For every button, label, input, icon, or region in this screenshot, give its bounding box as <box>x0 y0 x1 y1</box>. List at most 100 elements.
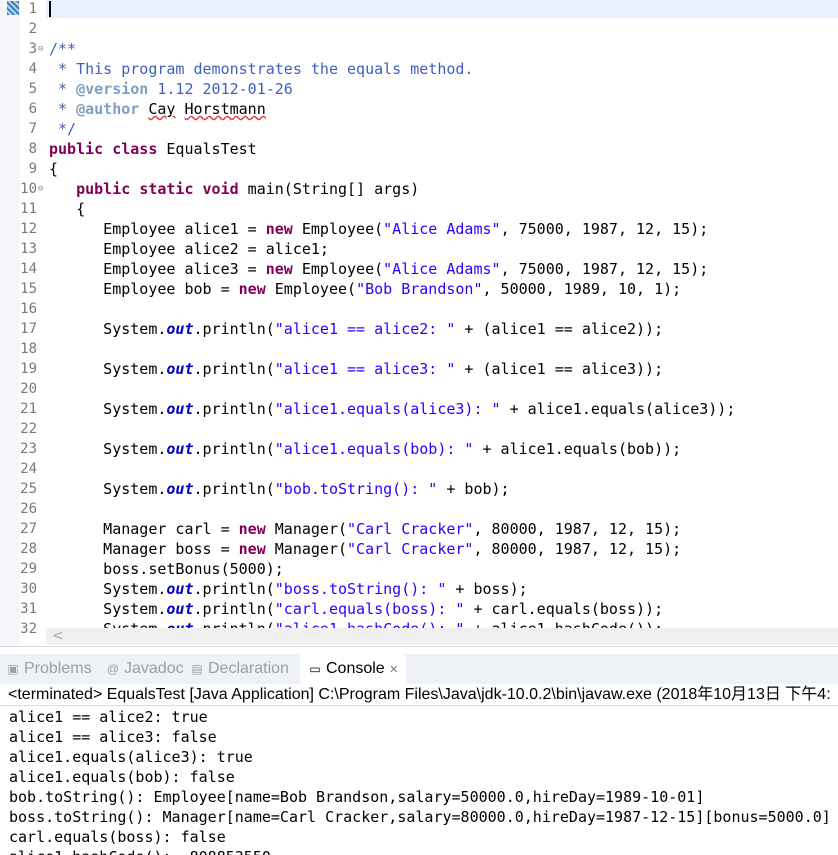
code-token: new <box>238 520 266 538</box>
code-token: + carl.equals(boss)); <box>464 600 664 618</box>
code-token: , 80000, 1987, 12, 15); <box>473 540 682 558</box>
close-icon[interactable]: ✕ <box>389 664 398 676</box>
code-token: Cay <box>148 100 176 118</box>
code-token: "alice1 == alice2: " <box>274 320 456 338</box>
code-token: Employee alice3 = <box>49 260 266 278</box>
code-token: .println( <box>193 480 275 498</box>
line-number: 1 <box>28 1 37 17</box>
current-line-highlight <box>46 0 838 18</box>
console-line: alice1 == alice2: true <box>9 708 208 726</box>
line-number: 3 <box>28 41 37 57</box>
code-line: * @version 1.12 2012-01-26 <box>49 79 293 99</box>
line-number: 17 <box>20 321 37 337</box>
code-token: , 80000, 1987, 12, 15); <box>473 520 682 538</box>
tab-console[interactable]: ▭ Console ✕ <box>300 654 407 684</box>
line-number: 2 <box>28 21 37 37</box>
code-token: @author <box>76 100 140 118</box>
line-number: 22 <box>20 421 37 437</box>
code-token: , 50000, 1989, 10, 1); <box>482 280 682 298</box>
code-line: Manager carl = new Manager("Carl Cracker… <box>49 519 681 539</box>
console-status: <terminated> EqualsTest [Java Applicatio… <box>0 684 838 706</box>
code-token: "carl.equals(boss): " <box>274 600 465 618</box>
code-token: out <box>166 320 194 338</box>
fold-toggle-icon[interactable]: ⊖ <box>38 39 43 59</box>
console-output[interactable]: alice1 == alice2: true alice1 == alice3: … <box>9 707 838 855</box>
code-token: Manager( <box>265 520 348 538</box>
tab-declaration[interactable]: ▤ Declaration <box>190 654 289 684</box>
line-number: 27 <box>20 521 37 537</box>
code-line: */ <box>49 119 76 139</box>
code-token: "boss.toString(): " <box>274 580 447 598</box>
code-token: out <box>166 600 194 618</box>
code-token: out <box>166 400 194 418</box>
code-token: Employee bob = <box>49 280 239 298</box>
code-line: * @author Cay Horstmann <box>49 99 266 119</box>
code-token: "Carl Cracker" <box>347 520 474 538</box>
code-token: System. <box>49 360 167 378</box>
code-token: new <box>265 220 293 238</box>
tab-label: Declaration <box>208 660 289 677</box>
code-line: Employee alice1 = new Employee("Alice Ad… <box>49 219 708 239</box>
scroll-left-icon[interactable]: < <box>52 628 64 644</box>
code-token: System. <box>49 400 167 418</box>
line-number: 5 <box>28 81 37 97</box>
line-number: 21 <box>20 401 37 417</box>
horizontal-scrollbar[interactable]: < <box>46 628 838 645</box>
code-token: * <box>49 100 77 118</box>
code-line: System.out.println("alice1 == alice2: " … <box>49 319 663 339</box>
code-token: out <box>166 580 194 598</box>
code-token: public <box>49 140 104 158</box>
code-token: System. <box>49 480 167 498</box>
line-number: 12 <box>20 221 37 237</box>
code-token: .println( <box>193 600 275 618</box>
code-line: boss.setBonus(5000); <box>49 559 284 579</box>
code-token: .println( <box>193 320 275 338</box>
code-token: System. <box>49 440 167 458</box>
code-token: "Bob Brandson" <box>356 280 483 298</box>
code-line: { <box>49 159 58 179</box>
tab-label: Console <box>326 660 385 677</box>
code-token: @version <box>76 80 149 98</box>
code-token: + alice1.equals(bob)); <box>473 440 682 458</box>
console-line: bob.toString(): Employee[name=Bob Brands… <box>9 788 705 806</box>
line-number: 25 <box>20 481 37 497</box>
line-number: 28 <box>20 541 37 557</box>
code-line: * This program demonstrates the equals m… <box>49 59 473 79</box>
code-token: + bob); <box>437 480 510 498</box>
code-token: "alice1.equals(bob): " <box>274 440 474 458</box>
code-token: Manager boss = <box>49 540 239 558</box>
tab-problems[interactable]: ▣ Problems <box>6 654 91 684</box>
console-line: carl.equals(boss): false <box>9 828 226 846</box>
problems-icon: ▣ <box>7 662 19 676</box>
code-token: System. <box>49 600 167 618</box>
code-token: "bob.toString(): " <box>274 480 438 498</box>
code-token: .println( <box>193 440 275 458</box>
code-token: class <box>112 140 158 158</box>
line-number: 32 <box>20 621 37 637</box>
code-line: Employee alice3 = new Employee("Alice Ad… <box>49 259 708 279</box>
code-token: new <box>265 260 293 278</box>
tab-javadoc[interactable]: @ Javadoc <box>106 654 184 684</box>
line-number: 30 <box>20 581 37 597</box>
line-number: 29 <box>20 561 37 577</box>
code-token: * <box>49 80 77 98</box>
code-token: main(String[] args) <box>238 180 420 198</box>
code-line: public class EqualsTest <box>49 139 257 159</box>
line-number: 16 <box>20 301 37 317</box>
line-number: 18 <box>20 341 37 357</box>
code-token: System. <box>49 580 167 598</box>
fold-toggle-icon[interactable]: ⊖ <box>38 179 43 199</box>
code-token: * This program demonstrates the equals m… <box>49 60 474 78</box>
code-token: void <box>202 180 239 198</box>
code-token: 1.12 2012-01-26 <box>148 80 293 98</box>
code-token: "Carl Cracker" <box>347 540 474 558</box>
code-token: static <box>139 180 194 198</box>
code-token: + (alice1 == alice2)); <box>455 320 664 338</box>
code-token: System. <box>49 320 167 338</box>
code-editor[interactable]: 1 2 3 ⊖/** 4 * This program demonstrates the… <box>0 0 838 647</box>
line-number: 24 <box>20 461 37 477</box>
line-number: 20 <box>20 381 37 397</box>
code-token: .println( <box>193 360 275 378</box>
